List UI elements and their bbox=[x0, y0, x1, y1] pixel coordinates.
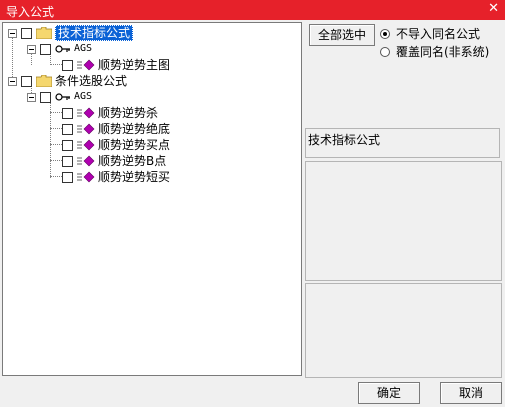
description-panel bbox=[305, 283, 502, 378]
title-bar: 导入公式 ✕ bbox=[0, 0, 505, 20]
node-label: 顺势逆势杀 bbox=[98, 106, 159, 120]
formula-icon bbox=[77, 171, 95, 183]
radio-button[interactable] bbox=[380, 28, 390, 39]
node-checkbox[interactable] bbox=[21, 27, 32, 39]
node-checkbox[interactable] bbox=[62, 155, 73, 167]
tree-node-formula[interactable]: 顺势逆势主图 bbox=[62, 57, 170, 73]
key-icon bbox=[55, 93, 70, 101]
node-label: 顺势逆势B点 bbox=[98, 154, 167, 168]
folder-icon bbox=[36, 27, 52, 39]
option-skip-duplicates[interactable]: 不导入同名公式 bbox=[380, 25, 480, 42]
node-checkbox[interactable] bbox=[40, 43, 51, 55]
formula-icon bbox=[77, 107, 95, 119]
formula-icon bbox=[77, 123, 95, 135]
ok-button[interactable]: 确定 bbox=[358, 382, 420, 404]
node-checkbox[interactable] bbox=[62, 107, 73, 119]
tree-node-formula[interactable]: 顺势逆势绝底 bbox=[62, 121, 170, 137]
node-label: 条件选股公式 bbox=[55, 74, 128, 88]
tree-node-formula[interactable]: 顺势逆势短买 bbox=[62, 169, 170, 185]
tree-node-ags[interactable]: AGS bbox=[27, 89, 92, 105]
node-checkbox[interactable] bbox=[62, 139, 73, 151]
node-checkbox[interactable] bbox=[62, 123, 73, 135]
window-title: 导入公式 bbox=[6, 5, 55, 19]
formula-icon bbox=[77, 59, 95, 71]
node-label: 顺势逆势短买 bbox=[98, 170, 171, 184]
tree-node-formula[interactable]: 顺势逆势杀 bbox=[62, 105, 158, 121]
node-checkbox[interactable] bbox=[62, 171, 73, 183]
collapse-toggle[interactable] bbox=[27, 92, 36, 102]
node-label: 技术指标公式 bbox=[55, 25, 134, 41]
formula-icon bbox=[77, 155, 95, 167]
option-label: 不导入同名公式 bbox=[396, 27, 481, 41]
tree-node-stock-selection[interactable]: 条件选股公式 bbox=[8, 73, 127, 89]
collapse-toggle[interactable] bbox=[8, 28, 17, 38]
tree-node-formula[interactable]: 顺势逆势B点 bbox=[62, 153, 166, 169]
key-icon bbox=[55, 45, 70, 53]
tree-node-ags[interactable]: AGS bbox=[27, 41, 92, 57]
preview-panel bbox=[305, 161, 502, 281]
radio-button[interactable] bbox=[380, 46, 390, 57]
node-checkbox[interactable] bbox=[62, 59, 73, 71]
node-checkbox[interactable] bbox=[40, 91, 51, 103]
node-label: AGS bbox=[74, 91, 93, 102]
close-icon[interactable]: ✕ bbox=[488, 2, 499, 16]
tree-node-tech-indicators[interactable]: 技术指标公式 bbox=[8, 25, 134, 41]
cancel-button[interactable]: 取消 bbox=[440, 382, 502, 404]
collapse-toggle[interactable] bbox=[8, 76, 17, 86]
option-overwrite[interactable]: 覆盖同名(非系统) bbox=[380, 43, 489, 60]
node-label: AGS bbox=[74, 43, 93, 54]
formula-icon bbox=[77, 139, 95, 151]
formula-tree[interactable]: 技术指标公式 AGS 顺势逆势主图 条件选股公式 AGS 顺势逆势杀 顺势逆势绝… bbox=[2, 22, 302, 376]
node-checkbox[interactable] bbox=[21, 75, 32, 87]
tree-node-formula[interactable]: 顺势逆势买点 bbox=[62, 137, 170, 153]
select-all-button[interactable]: 全部选中 bbox=[309, 24, 375, 46]
folder-icon bbox=[36, 75, 52, 87]
formula-info: 技术指标公式 bbox=[305, 128, 500, 158]
option-label: 覆盖同名(非系统) bbox=[396, 45, 490, 59]
node-label: 顺势逆势主图 bbox=[98, 58, 171, 72]
node-label: 顺势逆势绝底 bbox=[98, 122, 171, 136]
collapse-toggle[interactable] bbox=[27, 44, 36, 54]
node-label: 顺势逆势买点 bbox=[98, 138, 171, 152]
